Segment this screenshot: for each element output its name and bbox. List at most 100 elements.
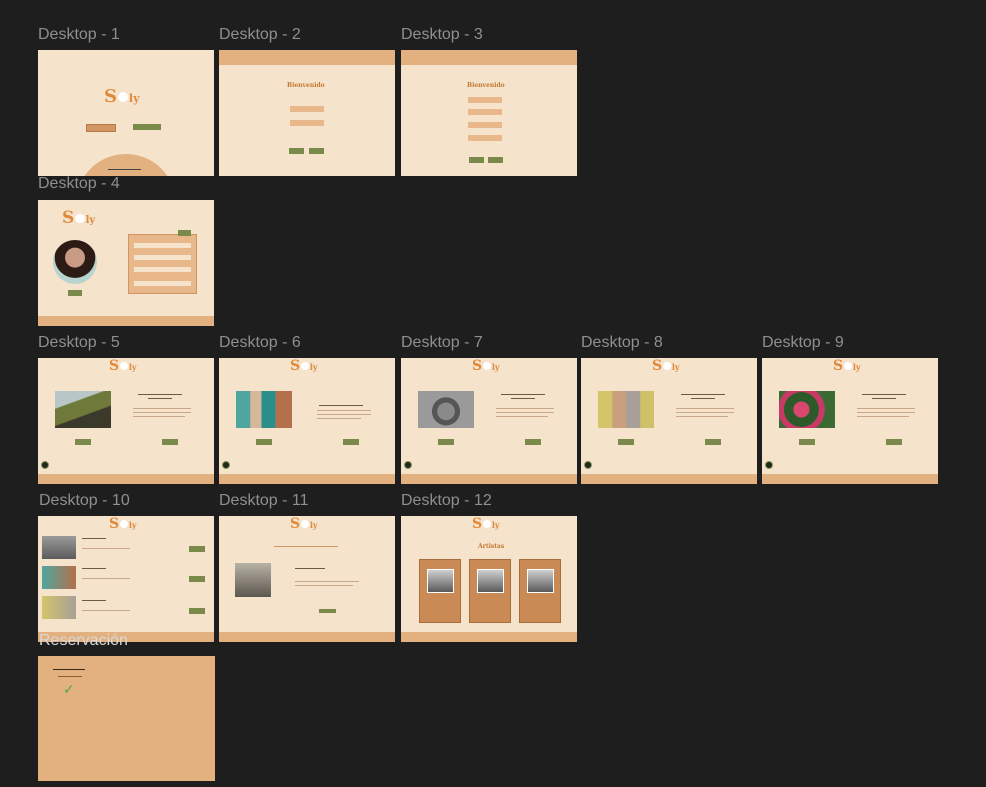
next-button[interactable]: [256, 439, 272, 445]
frame-label-desktop-6[interactable]: Desktop - 6: [219, 334, 301, 352]
next-button[interactable]: [75, 439, 91, 445]
next-button[interactable]: [799, 439, 815, 445]
description-text: [496, 408, 554, 409]
welcome-heading: [872, 398, 896, 399]
header-bar: [219, 50, 395, 65]
description-text: [133, 412, 191, 413]
chat-icon[interactable]: [222, 461, 230, 469]
form-row[interactable]: [134, 243, 191, 248]
description-text: [496, 412, 554, 413]
frame-desktop-2[interactable]: Bienvenido: [219, 50, 395, 176]
chat-icon[interactable]: [584, 461, 592, 469]
event-title: [82, 600, 106, 601]
frame-desktop-4[interactable]: Sly: [38, 200, 214, 326]
reserve-button[interactable]: [525, 439, 541, 445]
password-field[interactable]: [468, 122, 502, 128]
next-button[interactable]: [438, 439, 454, 445]
app-logo: Sly: [109, 516, 137, 532]
frame-label-desktop-12[interactable]: Desktop - 12: [401, 492, 492, 510]
login-button[interactable]: [86, 124, 116, 132]
footer-bar: [401, 632, 577, 642]
app-logo: Sly: [833, 358, 861, 374]
frame-label-reservacion[interactable]: Reservación: [39, 632, 128, 650]
confirm-field[interactable]: [468, 135, 502, 141]
welcome-heading: [501, 394, 545, 395]
edit-photo-button[interactable]: [68, 290, 82, 296]
description-text: [133, 408, 191, 409]
footer-bar: [38, 474, 214, 484]
description-text: [317, 418, 361, 419]
confirm-button[interactable]: [319, 609, 336, 613]
artwork-image: [236, 391, 292, 428]
frame-desktop-11[interactable]: Sly: [219, 516, 395, 642]
artwork-image: [598, 391, 654, 428]
frame-desktop-9[interactable]: Sly: [762, 358, 938, 484]
frame-label-desktop-5[interactable]: Desktop - 5: [38, 334, 120, 352]
frame-label-desktop-4[interactable]: Desktop - 4: [38, 175, 120, 193]
check-icon: ✓: [63, 682, 75, 698]
frame-label-desktop-8[interactable]: Desktop - 8: [581, 334, 663, 352]
frame-desktop-8[interactable]: Sly: [581, 358, 757, 484]
frame-desktop-12[interactable]: Sly Artistas: [401, 516, 577, 642]
frame-label-desktop-1[interactable]: Desktop - 1: [38, 26, 120, 44]
form-row[interactable]: [134, 281, 191, 286]
back-button[interactable]: [289, 148, 304, 154]
frame-label-desktop-3[interactable]: Desktop - 3: [401, 26, 483, 44]
footer-bar: [762, 474, 938, 484]
reserve-button[interactable]: [705, 439, 721, 445]
frame-desktop-6[interactable]: Sly: [219, 358, 395, 484]
frame-desktop-1[interactable]: Sly: [38, 50, 214, 176]
reserve-button[interactable]: [189, 546, 205, 552]
footer-bar: [219, 474, 395, 484]
description-text: [857, 408, 915, 409]
app-logo: Sly: [62, 208, 96, 228]
event-desc: [82, 578, 130, 579]
frame-label-desktop-2[interactable]: Desktop - 2: [219, 26, 301, 44]
reserve-button[interactable]: [886, 439, 902, 445]
chat-icon[interactable]: [765, 461, 773, 469]
name-field[interactable]: [468, 97, 502, 103]
password-field[interactable]: [290, 120, 324, 126]
register-button[interactable]: [133, 124, 161, 130]
frame-desktop-10[interactable]: Sly: [38, 516, 214, 642]
artist-card[interactable]: [419, 559, 461, 623]
frame-desktop-5[interactable]: Sly: [38, 358, 214, 484]
reserve-button[interactable]: [162, 439, 178, 445]
reserve-button[interactable]: [343, 439, 359, 445]
description-text: [133, 416, 185, 417]
user-field[interactable]: [290, 106, 324, 112]
event-desc: [82, 548, 130, 549]
footer-text: [108, 169, 141, 170]
description-text: [857, 416, 909, 417]
artist-card[interactable]: [519, 559, 561, 623]
frame-desktop-3[interactable]: Bienvenido: [401, 50, 577, 176]
chat-icon[interactable]: [41, 461, 49, 469]
back-button[interactable]: [469, 157, 484, 163]
frame-label-desktop-11[interactable]: Desktop - 11: [219, 492, 309, 510]
frame-desktop-7[interactable]: Sly: [401, 358, 577, 484]
artist-photo: [427, 569, 454, 593]
artists-title: Artistas: [478, 543, 505, 550]
frame-reservacion[interactable]: ✓: [38, 656, 215, 781]
welcome-heading: [138, 394, 182, 395]
event-image: [42, 566, 76, 589]
save-button[interactable]: [178, 230, 191, 236]
app-logo: Sly: [652, 358, 680, 374]
register-button[interactable]: [488, 157, 503, 163]
frame-label-desktop-9[interactable]: Desktop - 9: [762, 334, 844, 352]
frame-label-desktop-7[interactable]: Desktop - 7: [401, 334, 483, 352]
reserve-button[interactable]: [189, 576, 205, 582]
artist-card[interactable]: [469, 559, 511, 623]
app-logo: Sly: [104, 86, 140, 107]
form-row[interactable]: [134, 255, 191, 260]
next-button[interactable]: [618, 439, 634, 445]
chat-icon[interactable]: [404, 461, 412, 469]
frame-label-desktop-10[interactable]: Desktop - 10: [39, 492, 130, 510]
reserve-button[interactable]: [189, 608, 205, 614]
app-logo: Sly: [290, 516, 318, 532]
email-field[interactable]: [468, 109, 502, 115]
form-row[interactable]: [134, 267, 191, 272]
event-image: [235, 563, 271, 597]
enter-button[interactable]: [309, 148, 324, 154]
event-desc: [295, 585, 353, 586]
